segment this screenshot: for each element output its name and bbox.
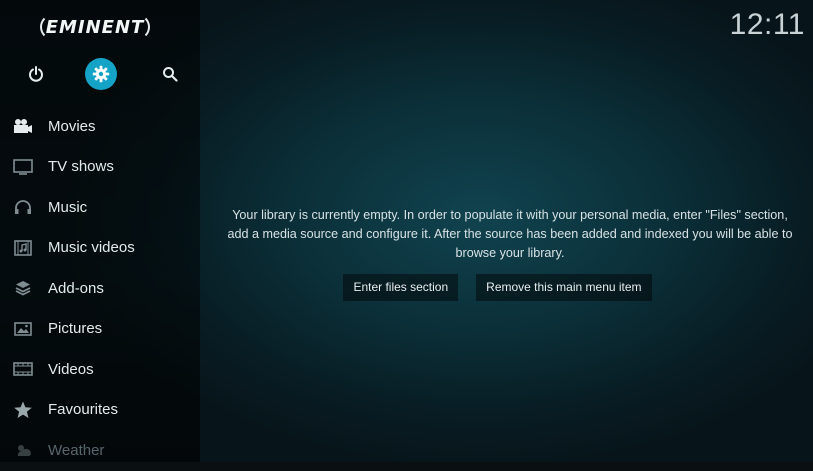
pictures-icon [12, 320, 34, 338]
menu-item-label: Music [48, 198, 88, 216]
star-icon [12, 401, 34, 419]
menu-item-label: Favourites [48, 401, 119, 419]
action-buttons: Enter files section Remove this main men… [200, 274, 813, 301]
movies-icon [12, 117, 34, 135]
menu-item-music[interactable]: Music [0, 187, 200, 228]
headphones-icon [12, 198, 34, 216]
addons-icon [12, 279, 34, 297]
menu-item-label: Pictures [48, 320, 103, 338]
menu-item-label: Movies [48, 117, 96, 135]
menu-item-label: Weather [48, 441, 105, 459]
menu-item-movies[interactable]: Movies [0, 106, 200, 147]
menu-item-music-videos[interactable]: Music videos [0, 228, 200, 269]
menu-item-favourites[interactable]: Favourites [0, 390, 200, 431]
menu-item-label: Videos [48, 360, 94, 378]
power-icon[interactable] [26, 64, 46, 84]
tv-icon [12, 158, 34, 176]
top-icon-bar [0, 58, 200, 92]
menu-item-label: TV shows [48, 158, 114, 176]
weather-icon [12, 441, 34, 459]
clock: 12:11 [729, 8, 805, 41]
menu-item-pictures[interactable]: Pictures [0, 309, 200, 350]
menu-item-weather[interactable]: Weather [0, 430, 200, 471]
brand-logo: EMINENT [40, 14, 150, 40]
menu-item-label: Add-ons [48, 279, 104, 297]
videos-icon [12, 360, 34, 378]
enter-files-section-button[interactable]: Enter files section [343, 274, 459, 301]
empty-library-message: Your library is currently empty. In orde… [227, 208, 793, 260]
main-menu: Movies TV shows Music Music videos Add-o… [0, 106, 200, 471]
search-icon[interactable] [160, 64, 180, 84]
remove-menu-item-button[interactable]: Remove this main menu item [476, 274, 652, 301]
menu-item-tv-shows[interactable]: TV shows [0, 147, 200, 188]
menu-item-videos[interactable]: Videos [0, 349, 200, 390]
music-video-icon [12, 239, 34, 257]
menu-item-label: Music videos [48, 239, 135, 257]
settings-icon[interactable] [85, 58, 117, 90]
sidebar: EMINENT Movies TV shows Music Music vide… [0, 0, 200, 462]
menu-item-add-ons[interactable]: Add-ons [0, 268, 200, 309]
